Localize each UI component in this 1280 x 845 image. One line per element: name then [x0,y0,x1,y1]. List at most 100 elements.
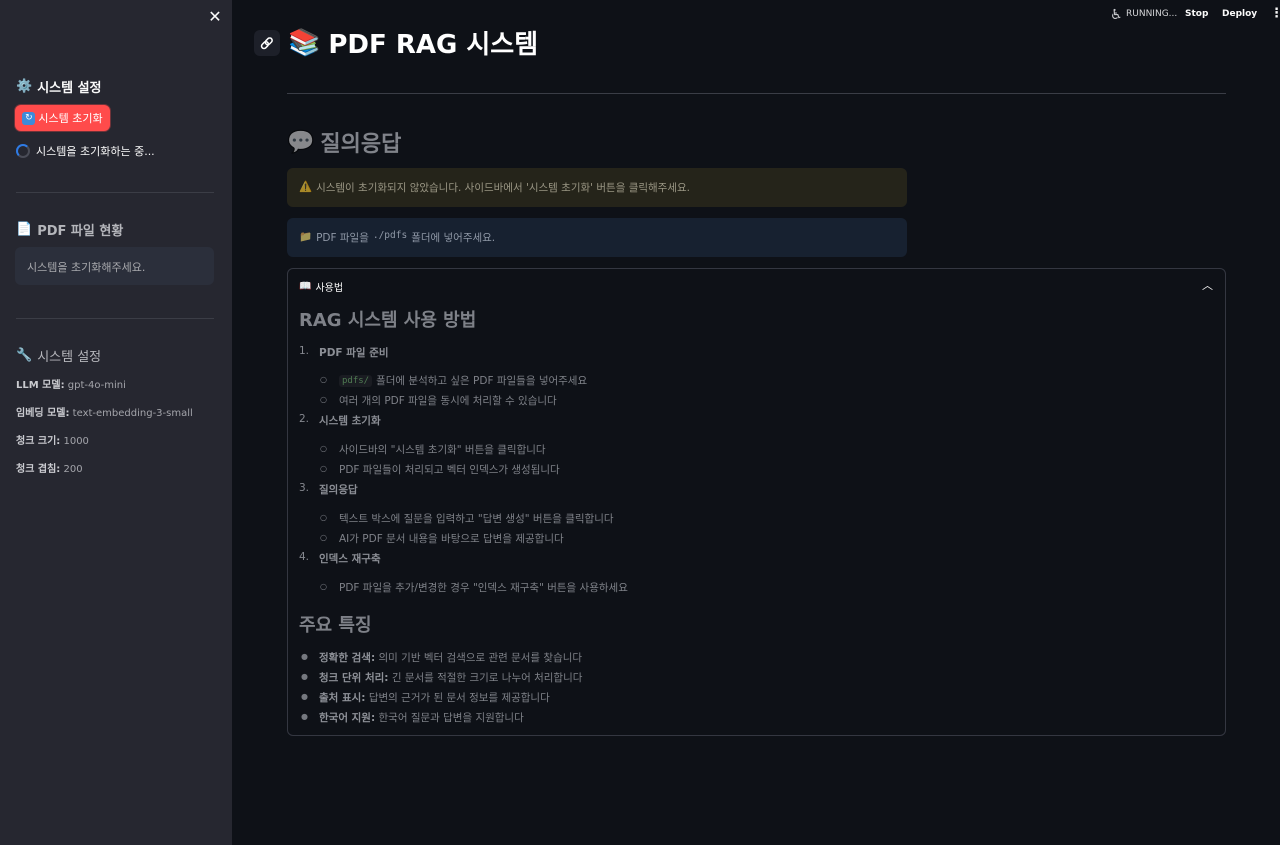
feature-name: 정확한 검색: [319,652,376,664]
folder-icon: 📁 [299,231,313,243]
spinner-icon [16,144,30,158]
system-init-button[interactable]: ↻ 시스템 초기화 [15,105,110,131]
sidebar-config-heading: 🔧 시스템 설정 [16,346,101,365]
pdf-status-text: 시스템을 초기화해주세요. [27,261,146,274]
running-person-icon: ♿ [1110,7,1123,23]
step-number: 3. [299,482,310,494]
warning-icon: ⚠️ [299,181,313,193]
config-value: 1000 [63,436,89,447]
running-status: RUNNING... [1126,9,1178,19]
deploy-button[interactable]: Deploy [1222,9,1257,19]
sub-code: pdfs/ [339,374,373,387]
feature-item: 출처 표시: 답변의 근거가 된 문서 정보를 제공합니다 [319,690,550,705]
chevron-up-icon[interactable]: ︿ [1202,277,1213,293]
expander-label: 사용법 [315,283,344,294]
sub-bullet: ○ [320,464,327,473]
gear-icon: ⚙️ [16,79,33,94]
step-label: 시스템 초기화 [319,415,381,427]
anchor-link-glyph: 🔗 [260,37,274,50]
step-label: PDF 파일 준비 [319,347,389,359]
spinner-text: 시스템을 초기화하는 중... [36,145,155,158]
section-title: 💬 질의응답 [287,126,401,158]
divider [287,93,1226,94]
books-icon: 📚 [288,27,321,58]
document-icon: 📄 [16,222,33,237]
step-sub-item: 여러 개의 PDF 파일을 동시에 처리할 수 있습니다 [339,395,557,407]
sub-bullet: ○ [320,444,327,453]
step-sub-item: pdfs/ 폴더에 분석하고 싶은 PDF 파일들을 넣어주세요 [339,373,587,388]
stop-button[interactable]: Stop [1185,9,1208,19]
expander-header[interactable]: 📖 사용법 [299,279,343,294]
page-title: 📚 PDF RAG 시스템 [288,24,538,61]
step-sub-item: PDF 파일들이 처리되고 벡터 인덱스가 생성됩니다 [339,464,560,476]
usage-expander: 📖 사용법 ︿ RAG 시스템 사용 방법 1. PDF 파일 준비 ○ pdf… [287,268,1226,736]
sidebar-divider [16,192,214,193]
info-text-prefix: PDF 파일을 [316,232,369,244]
sidebar-settings-heading-label: 시스템 설정 [37,81,102,96]
init-spinner: 시스템을 초기화하는 중... [16,143,155,159]
feature-item: 정확한 검색: 의미 기반 벡터 검색으로 관련 문서를 찾습니다 [319,650,582,665]
sidebar: ✕ ⚙️ 시스템 설정 ↻ 시스템 초기화 시스템을 초기화하는 중... 📄 … [0,0,232,845]
main-menu-icon[interactable]: ⋮ [1270,6,1280,21]
config-chunk-size: 청크 크기: 1000 [16,432,89,447]
feature-name: 출처 표시: [319,692,366,704]
config-key: 청크 크기: [16,436,61,447]
step-label: 질의응답 [319,484,358,496]
feature-bullet: ● [301,712,308,721]
feature-item: 청크 단위 처리: 긴 문서를 적절한 크기로 나누어 처리합니다 [319,670,582,685]
features-heading: 주요 특징 [299,615,372,636]
section-title-text: 질의응답 [320,132,402,157]
speech-bubble-icon: 💬 [287,129,315,155]
feature-bullet: ● [301,652,308,661]
config-chunk-overlap: 청크 겹침: 200 [16,460,83,475]
refresh-icon: ↻ [22,111,36,125]
step-sub-item: AI가 PDF 문서 내용을 바탕으로 답변을 제공합니다 [339,533,564,545]
sub-bullet: ○ [320,533,327,542]
config-value: gpt-4o-mini [67,380,126,391]
wrench-icon: 🔧 [16,348,33,363]
step-number: 4. [299,551,310,563]
feature-bullet: ● [301,692,308,701]
feature-desc: 답변의 근거가 된 문서 정보를 제공합니다 [368,692,550,704]
info-alert: 📁 PDF 파일을 ./pdfs 폴더에 넣어주세요. [287,218,907,257]
feature-name: 청크 단위 처리: [319,672,389,684]
config-embedding-model: 임베딩 모델: text-embedding-3-small [16,404,193,419]
feature-desc: 한국어 질문과 답변을 지원합니다 [378,712,524,724]
sub-bullet: ○ [320,513,327,522]
feature-bullet: ● [301,672,308,681]
sidebar-config-heading-label: 시스템 설정 [37,350,102,365]
step-sub-item: PDF 파일을 추가/변경한 경우 "인덱스 재구축" 버튼을 사용하세요 [339,582,628,594]
sidebar-divider [16,318,214,319]
config-key: 청크 겹침: [16,464,61,475]
config-value: text-embedding-3-small [72,408,193,419]
feature-name: 한국어 지원: [319,712,376,724]
page-title-text: PDF RAG 시스템 [328,30,539,60]
config-value: 200 [63,464,83,475]
step-number: 2. [299,413,310,425]
usage-heading: RAG 시스템 사용 방법 [299,310,477,331]
system-init-button-label: 시스템 초기화 [38,112,103,125]
info-text-suffix: 폴더에 넣어주세요. [411,232,496,244]
sub-text: 폴더에 분석하고 싶은 PDF 파일들을 넣어주세요 [376,375,588,387]
warning-text: 시스템이 초기화되지 않았습니다. 사이드바에서 '시스템 초기화' 버튼을 클… [316,182,690,194]
step-label: 인덱스 재구축 [319,553,381,565]
info-code: ./pdfs [372,230,408,241]
sidebar-pdf-heading: 📄 PDF 파일 현황 [16,220,123,239]
step-sub-item: 텍스트 박스에 질문을 입력하고 "답변 생성" 버튼을 클릭합니다 [339,513,614,525]
step-number: 1. [299,345,310,357]
sidebar-settings-heading: ⚙️ 시스템 설정 [16,77,102,96]
config-key: 임베딩 모델: [16,408,70,419]
warning-alert: ⚠️ 시스템이 초기화되지 않았습니다. 사이드바에서 '시스템 초기화' 버튼… [287,168,907,207]
step-sub-item: 사이드바의 "시스템 초기화" 버튼을 클릭합니다 [339,444,546,456]
sidebar-pdf-heading-label: PDF 파일 현황 [37,224,124,239]
config-key: LLM 모델: [16,380,65,391]
feature-desc: 의미 기반 벡터 검색으로 관련 문서를 찾습니다 [378,652,583,664]
sub-bullet: ○ [320,582,327,591]
close-sidebar-icon[interactable]: ✕ [206,8,224,26]
sub-bullet: ○ [320,375,327,384]
feature-desc: 긴 문서를 적절한 크기로 나누어 처리합니다 [391,672,583,684]
book-icon: 📖 [299,281,312,292]
feature-item: 한국어 지원: 한국어 질문과 답변을 지원합니다 [319,710,524,725]
link-icon[interactable]: 🔗 [254,30,280,56]
sub-bullet: ○ [320,395,327,404]
